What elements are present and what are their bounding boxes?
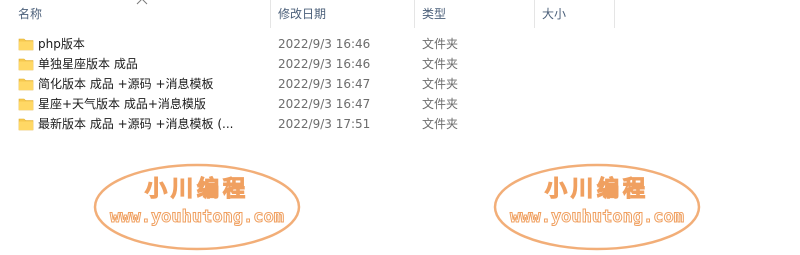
column-header-date[interactable]: 修改日期 [278, 0, 326, 28]
sort-ascending-icon [136, 0, 148, 5]
file-row[interactable]: 简化版本 成品 +源码 +消息模板 2022/9/3 16:47 文件夹 [0, 74, 800, 94]
column-header-type[interactable]: 类型 [422, 0, 446, 28]
file-name: 单独星座版本 成品 [38, 57, 138, 71]
column-header-size[interactable]: 大小 [542, 0, 566, 28]
file-date: 2022/9/3 16:47 [278, 77, 371, 91]
file-row[interactable]: 星座+天气版本 成品+消息模版 2022/9/3 16:47 文件夹 [0, 94, 800, 114]
file-name: 简化版本 成品 +源码 +消息模板 [38, 77, 214, 91]
watermark-stamp: 小川编程 www.youhutong.com [92, 162, 302, 252]
folder-icon [18, 38, 34, 51]
file-date: 2022/9/3 16:46 [278, 57, 371, 71]
file-date: 2022/9/3 16:46 [278, 37, 371, 51]
watermark-url: www.youhutong.com [510, 207, 684, 227]
column-divider[interactable] [414, 0, 415, 28]
watermark-title: 小川编程 [145, 176, 249, 202]
file-row[interactable]: 最新版本 成品 +源码 +消息模板 (... 2022/9/3 17:51 文件… [0, 114, 800, 134]
file-type: 文件夹 [422, 97, 459, 111]
file-type: 文件夹 [422, 117, 459, 131]
folder-icon [18, 118, 34, 131]
file-name: 最新版本 成品 +源码 +消息模板 (... [38, 117, 234, 131]
file-type: 文件夹 [422, 37, 459, 51]
watermark-title: 小川编程 [545, 176, 649, 202]
folder-icon [18, 78, 34, 91]
file-name: php版本 [38, 37, 85, 51]
file-explorer: 名称 修改日期 类型 大小 php版本 2022/9/3 16:46 文件夹 单… [0, 0, 800, 255]
watermark-url: www.youhutong.com [110, 207, 284, 227]
file-row[interactable]: php版本 2022/9/3 16:46 文件夹 [0, 34, 800, 54]
folder-icon [18, 98, 34, 111]
file-list: php版本 2022/9/3 16:46 文件夹 单独星座版本 成品 2022/… [0, 34, 800, 134]
file-type: 文件夹 [422, 77, 459, 91]
folder-icon [18, 58, 34, 71]
file-type: 文件夹 [422, 57, 459, 71]
file-date: 2022/9/3 16:47 [278, 97, 371, 111]
file-name: 星座+天气版本 成品+消息模版 [38, 97, 206, 111]
file-date: 2022/9/3 17:51 [278, 117, 371, 131]
column-divider[interactable] [534, 0, 535, 28]
file-row[interactable]: 单独星座版本 成品 2022/9/3 16:46 文件夹 [0, 54, 800, 74]
column-header-name[interactable]: 名称 [18, 0, 42, 28]
column-divider[interactable] [270, 0, 271, 28]
watermark-stamp: 小川编程 www.youhutong.com [492, 162, 702, 252]
column-header-row: 名称 修改日期 类型 大小 [0, 0, 800, 28]
column-divider[interactable] [614, 0, 615, 28]
